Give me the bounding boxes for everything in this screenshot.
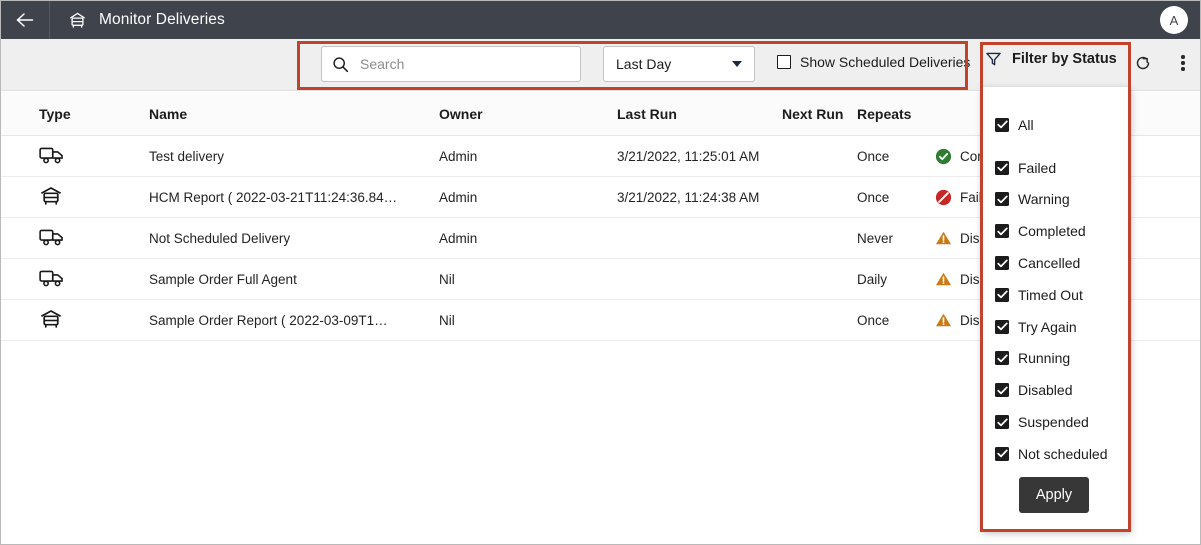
check-circle-icon xyxy=(935,148,952,165)
filter-option-label: Cancelled xyxy=(1018,255,1081,272)
warning-triangle-icon xyxy=(935,312,952,329)
kebab-menu-icon xyxy=(1181,54,1185,73)
filter-option-label: Running xyxy=(1018,350,1071,367)
report-icon xyxy=(39,308,63,333)
search-input[interactable] xyxy=(358,55,570,73)
filter-by-status-toggle[interactable]: Filter by Status xyxy=(985,51,1117,67)
row-type-icon-cell xyxy=(39,185,149,210)
row-owner-cell: Admin xyxy=(439,148,478,164)
row-owner-cell: Nil xyxy=(439,312,455,328)
row-repeats-cell: Once xyxy=(857,312,890,328)
checkbox-box-checked xyxy=(995,224,1009,239)
filter-option-running[interactable]: Running xyxy=(982,343,1131,375)
row-type-icon-cell xyxy=(39,268,149,291)
row-type-icon-cell xyxy=(39,145,149,168)
row-repeats-cell: Once xyxy=(857,189,890,205)
warning-triangle-icon xyxy=(935,230,952,247)
row-owner-cell: Admin xyxy=(439,189,478,205)
filter-option-warning[interactable]: Warning xyxy=(982,184,1131,216)
row-name-cell: Not Scheduled Delivery xyxy=(149,230,291,246)
monitor-deliveries-window: Monitor Deliveries A Last Day Show Sched… xyxy=(0,0,1201,545)
filter-option-label: Not scheduled xyxy=(1018,445,1108,462)
checkbox-box-unchecked xyxy=(777,55,791,69)
checkbox-box-checked xyxy=(995,287,1009,302)
delivery-truck-icon xyxy=(39,268,65,291)
delivery-report-icon xyxy=(68,11,87,29)
row-repeats-cell: Never xyxy=(857,230,894,246)
column-header-owner[interactable]: Owner xyxy=(439,106,617,122)
filter-option-not-scheduled[interactable]: Not scheduled xyxy=(982,438,1131,470)
filter-option-completed[interactable]: Completed xyxy=(982,215,1131,247)
refresh-icon xyxy=(1136,56,1150,70)
page-title: Monitor Deliveries xyxy=(99,11,225,28)
filter-option-label: Try Again xyxy=(1018,318,1077,335)
page-title-group: Monitor Deliveries xyxy=(50,11,225,29)
filter-by-status-label: Filter by Status xyxy=(1012,51,1117,67)
column-header-type[interactable]: Type xyxy=(39,106,149,122)
filter-option-suspended[interactable]: Suspended xyxy=(982,406,1131,438)
funnel-filter-icon xyxy=(985,51,1002,67)
filter-options-list: All Failed Warning Completed Cancelled Timed … xyxy=(982,109,1131,470)
filter-option-failed[interactable]: Failed xyxy=(982,152,1131,184)
column-header-repeats[interactable]: Repeats xyxy=(857,106,935,122)
show-scheduled-deliveries-checkbox[interactable]: Show Scheduled Deliveries xyxy=(777,54,970,70)
filter-option-label: All xyxy=(1018,116,1034,133)
row-owner-cell: Admin xyxy=(439,230,478,246)
delivery-truck-icon xyxy=(39,145,65,168)
row-owner-cell: Nil xyxy=(439,271,455,287)
delivery-truck-icon xyxy=(39,227,65,250)
search-icon xyxy=(332,56,349,73)
filter-option-label: Suspended xyxy=(1018,414,1089,431)
checkbox-box-checked xyxy=(995,192,1009,207)
filter-option-label: Timed Out xyxy=(1018,286,1083,303)
row-repeats-cell: Daily xyxy=(857,271,888,287)
checkbox-box-checked xyxy=(995,383,1009,398)
row-name-cell: HCM Report ( 2022-03-21T11:24:36.84… xyxy=(149,189,398,205)
row-name-cell: Test delivery xyxy=(149,148,225,164)
filter-option-label: Completed xyxy=(1018,223,1086,240)
checkbox-box-checked xyxy=(995,256,1009,271)
more-options-button[interactable] xyxy=(1171,51,1195,75)
back-button[interactable] xyxy=(1,1,49,39)
filter-option-timed-out[interactable]: Timed Out xyxy=(982,279,1131,311)
arrow-left-icon xyxy=(16,13,34,27)
refresh-button[interactable] xyxy=(1131,51,1155,75)
filter-option-try-again[interactable]: Try Again xyxy=(982,311,1131,343)
row-type-icon-cell xyxy=(39,308,149,333)
date-range-value: Last Day xyxy=(616,56,672,72)
row-type-icon-cell xyxy=(39,227,149,250)
checkbox-box-checked xyxy=(995,415,1009,430)
filter-option-all[interactable]: All xyxy=(982,109,1131,141)
checkbox-box-checked xyxy=(995,117,1009,132)
filter-option-label: Disabled xyxy=(1018,382,1073,399)
error-circle-icon xyxy=(935,189,952,206)
filter-option-label: Warning xyxy=(1018,191,1070,208)
apply-button[interactable]: Apply xyxy=(1019,477,1089,513)
row-repeats-cell: Once xyxy=(857,148,890,164)
user-avatar[interactable]: A xyxy=(1160,6,1188,34)
column-header-next-run[interactable]: Next Run xyxy=(782,106,857,122)
checkbox-box-checked xyxy=(995,446,1009,461)
row-name-cell: Sample Order Report ( 2022-03-09T1… xyxy=(149,312,388,328)
filter-status-dropdown: All Failed Warning Completed Cancelled Timed … xyxy=(982,87,1131,531)
row-last-run-cell: 3/21/2022, 11:24:38 AM xyxy=(617,189,760,205)
row-name-cell: Sample Order Full Agent xyxy=(149,271,297,287)
search-field[interactable] xyxy=(321,46,581,82)
chevron-down-icon xyxy=(732,61,742,67)
checkbox-box-checked xyxy=(995,351,1009,366)
column-header-last-run[interactable]: Last Run xyxy=(617,106,782,122)
checkbox-box-checked xyxy=(995,160,1009,175)
column-header-name[interactable]: Name xyxy=(149,106,439,122)
filter-option-label: Failed xyxy=(1018,159,1057,176)
filter-option-disabled[interactable]: Disabled xyxy=(982,374,1131,406)
date-range-select[interactable]: Last Day xyxy=(603,46,755,82)
filter-option-cancelled[interactable]: Cancelled xyxy=(982,247,1131,279)
checkbox-box-checked xyxy=(995,319,1009,334)
row-last-run-cell: 3/21/2022, 11:25:01 AM xyxy=(617,148,760,164)
report-icon xyxy=(39,185,63,210)
warning-triangle-icon xyxy=(935,271,952,288)
show-scheduled-deliveries-label: Show Scheduled Deliveries xyxy=(800,54,971,70)
app-header: Monitor Deliveries A xyxy=(1,1,1200,39)
